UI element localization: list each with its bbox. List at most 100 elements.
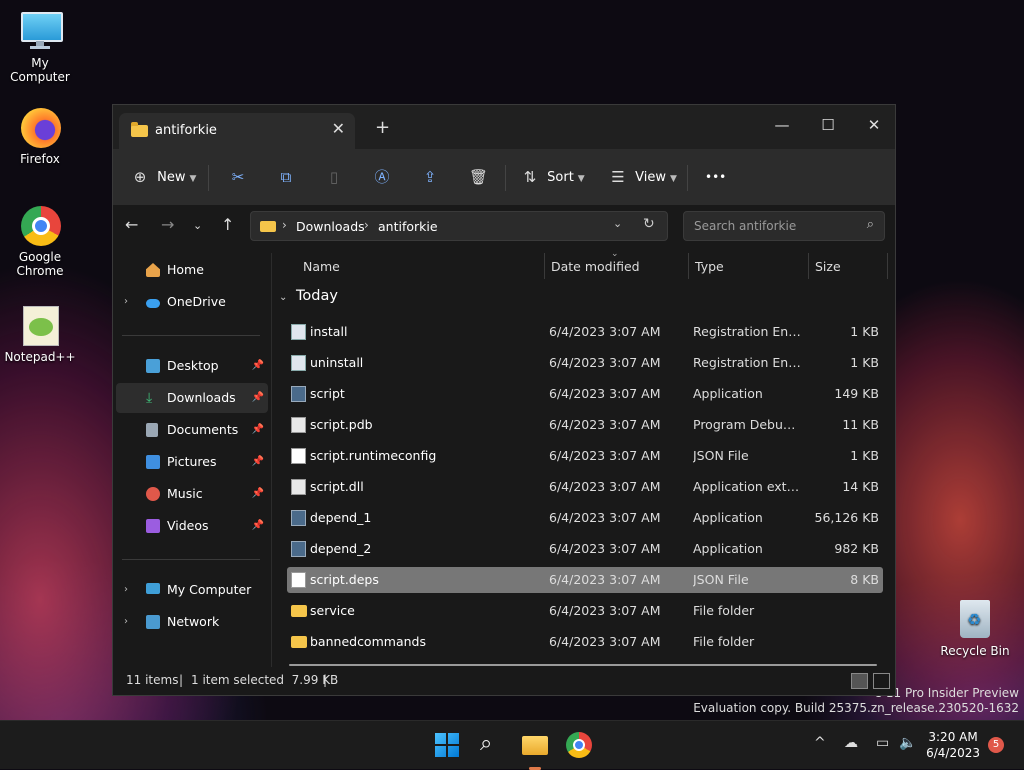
table-row[interactable]: bannedcommands 6/4/2023 3:07 AM File folde… [287,629,883,655]
chevron-down-icon: ▼ [670,173,677,184]
notification-badge[interactable]: 5 [988,737,1004,753]
volume-icon[interactable]: 🔈 [899,735,916,751]
onedrive-tray-icon[interactable]: ☁ [844,735,858,751]
table-row[interactable]: service 6/4/2023 3:07 AM File folder [287,598,883,624]
back-arrow-icon[interactable]: ← [125,215,138,234]
expand-chevron-icon[interactable]: › [124,607,128,637]
minimize-button[interactable]: — [759,111,805,139]
view-icon: ☰ [611,168,625,186]
sidebar-item-home[interactable]: Home [116,255,268,285]
chrome-taskbar-button[interactable] [565,731,593,759]
desktop-icon [146,359,160,373]
sidebar-item-downloads[interactable]: ⤓ Downloads 📌 [116,383,268,413]
search-box[interactable]: ⌕ [683,211,885,241]
file-size: 149 KB [834,386,879,401]
sidebar-item-my-computer[interactable]: › My Computer [116,575,268,605]
file-icon [291,572,306,588]
sidebar-item-pictures[interactable]: Pictures 📌 [116,447,268,477]
clock[interactable]: 3:20 AM 6/4/2023 [926,729,980,761]
file-size: 56,126 KB [814,510,879,525]
search-icon: ⌕ [480,731,493,756]
breadcrumb-chevron-icon: › [282,218,287,232]
file-name: depend_2 [310,541,372,556]
sidebar-item-label: Pictures [167,454,217,469]
refresh-icon[interactable]: ↻ [643,216,655,232]
breadcrumb-antiforkie[interactable]: antiforkie [378,219,438,234]
new-tab-button[interactable]: + [375,117,390,138]
sidebar-item-music[interactable]: Music 📌 [116,479,268,509]
file-name: service [310,603,355,618]
table-row[interactable]: script.pdb 6/4/2023 3:07 AM Program Debug … [287,412,883,438]
rename-button[interactable]: Ⓐ [373,163,391,191]
desktop-icon-firefox[interactable]: Firefox [0,106,80,166]
desktop-icon-recycle-bin[interactable]: ♻ Recycle Bin [935,598,1015,658]
desktop-icon-my-computer[interactable]: My Computer [0,10,80,84]
paste-button[interactable]: ▯ [325,163,343,191]
delete-button[interactable]: 🗑 [469,163,488,191]
desktop-icon-google-chrome[interactable]: Google Chrome [0,204,80,278]
group-header-today[interactable]: ⌄ Today [279,288,338,304]
tab-close-icon[interactable]: ✕ [332,119,345,138]
clock-date: 6/4/2023 [926,746,980,760]
more-options-button[interactable]: ••• [705,163,726,191]
column-header-type[interactable]: Type [695,259,724,274]
table-row[interactable]: install 6/4/2023 3:07 AM Registration Entr… [287,319,883,345]
search-taskbar-button[interactable]: ⌕ [477,731,505,759]
column-divider[interactable] [808,253,809,279]
file-explorer-taskbar-button[interactable] [521,731,549,770]
copy-button[interactable]: ⧉ [277,163,295,191]
network-tray-icon[interactable]: ▭ [876,735,889,751]
address-dropdown-icon[interactable]: ⌄ [613,217,622,230]
table-row[interactable]: script.runtimeconfig 6/4/2023 3:07 AM JSON… [287,443,883,469]
table-row[interactable]: depend_1 6/4/2023 3:07 AM Application 56,12… [287,505,883,531]
address-bar[interactable]: › Downloads › antiforkie ⌄ ↻ [250,211,668,241]
file-icon [291,324,306,340]
breadcrumb-downloads[interactable]: Downloads [296,219,365,234]
tab-antiforkie[interactable]: antiforkie ✕ [119,113,355,149]
horizontal-scrollbar[interactable] [289,664,877,666]
maximize-button[interactable]: ☐ [805,111,851,139]
view-button[interactable]: ☰ View ▼ [609,163,677,191]
column-divider[interactable] [887,253,888,279]
start-button[interactable] [433,731,461,759]
column-divider[interactable] [688,253,689,279]
title-bar: antiforkie ✕ + — ☐ ✕ [113,105,895,149]
desktop-icon-notepad-plus-plus[interactable]: Notepad++ [0,304,80,364]
status-bar: 11 items | 1 item selected 7.99 KB | [113,667,895,695]
cut-button[interactable]: ✂ [229,163,247,191]
sidebar-item-onedrive[interactable]: › OneDrive [116,287,268,317]
table-row[interactable]: script.dll 6/4/2023 3:07 AM Application ex… [287,474,883,500]
up-arrow-icon[interactable]: ↑ [221,215,234,234]
forward-arrow-icon[interactable]: → [161,215,174,234]
file-icon [291,355,306,371]
expand-chevron-icon[interactable]: › [124,575,128,605]
sort-button[interactable]: ⇅ Sort ▼ [521,163,585,191]
desktop-icon-label: Recycle Bin [940,644,1010,658]
table-row[interactable]: script.deps 6/4/2023 3:07 AM JSON File 8 KB [287,567,883,593]
chevron-down-icon: ▼ [577,173,585,184]
file-date-modified: 6/4/2023 3:07 AM [549,386,661,401]
sidebar-item-videos[interactable]: Videos 📌 [116,511,268,541]
column-header-date-modified[interactable]: Date modified [551,259,640,274]
search-icon[interactable]: ⌕ [867,217,874,232]
column-divider[interactable] [544,253,545,279]
search-input[interactable] [692,218,856,234]
table-row[interactable]: depend_2 6/4/2023 3:07 AM Application 982 K… [287,536,883,562]
sidebar-item-desktop[interactable]: Desktop 📌 [116,351,268,381]
new-button[interactable]: ⊕ New ▼ [131,163,197,191]
table-row[interactable]: script 6/4/2023 3:07 AM Application 149 KB [287,381,883,407]
details-view-button[interactable] [851,673,868,689]
column-header-name[interactable]: Name [303,259,340,274]
tiles-view-button[interactable] [873,673,890,689]
close-button[interactable]: ✕ [851,111,897,139]
music-icon [146,487,160,501]
recent-chevron-icon[interactable]: ⌄ [193,219,202,232]
folder-icon [291,605,307,617]
expand-chevron-icon[interactable]: › [124,287,128,317]
table-row[interactable]: uninstall 6/4/2023 3:07 AM Registration En… [287,350,883,376]
sidebar-item-documents[interactable]: Documents 📌 [116,415,268,445]
show-hidden-icons-button[interactable]: ^ [814,735,826,751]
share-button[interactable]: ⇪ [421,163,439,191]
sidebar-item-network[interactable]: › Network [116,607,268,637]
column-header-size[interactable]: Size [815,259,841,274]
